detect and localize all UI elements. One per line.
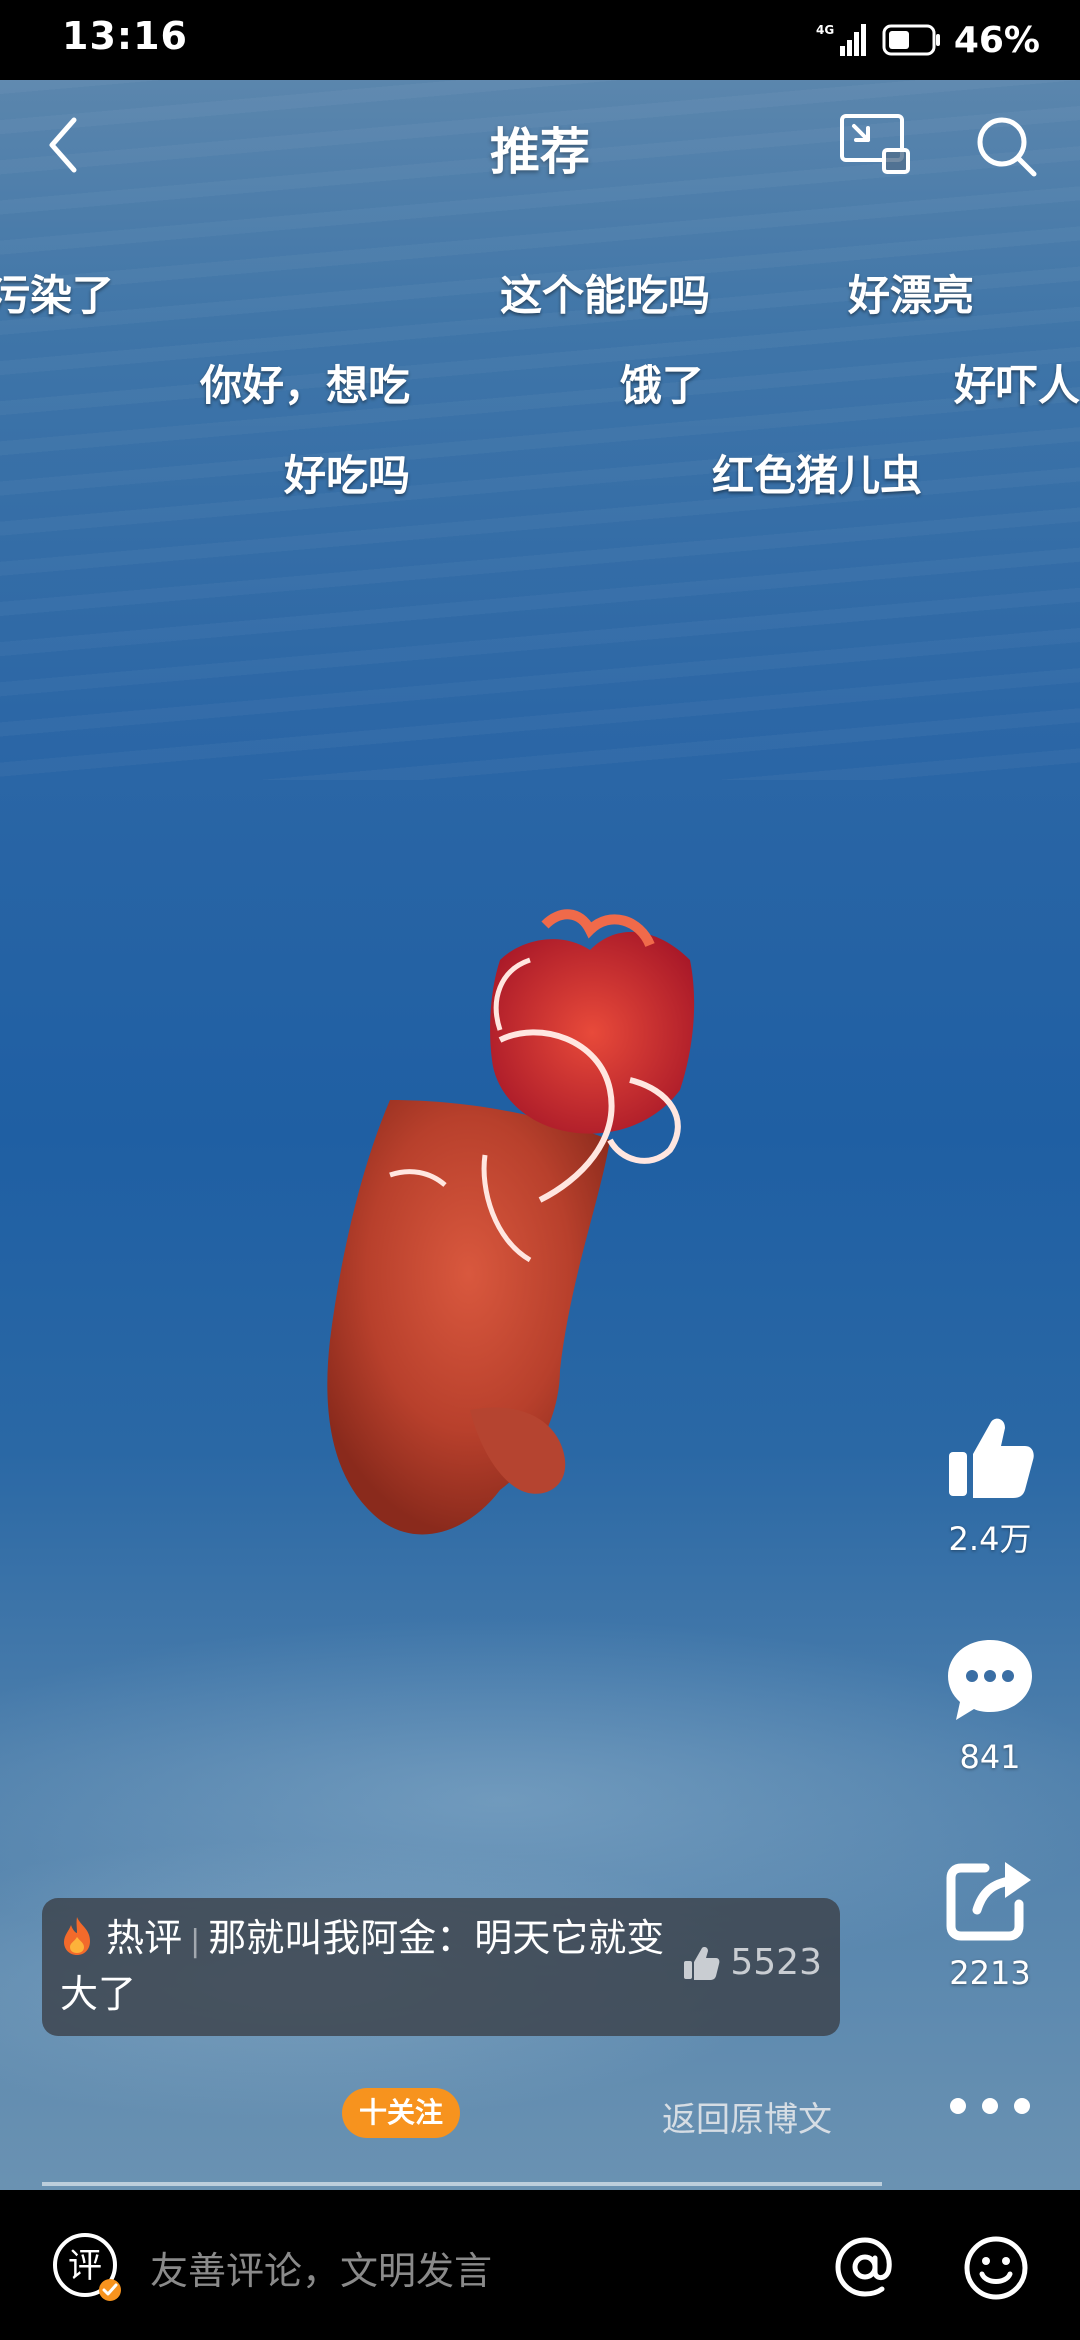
danmaku-comment: 污染了 — [0, 271, 115, 320]
share-button[interactable]: 2213 — [930, 1856, 1050, 1992]
danmaku-comment: 这个能吃吗 — [500, 271, 711, 320]
thumbs-up-icon — [949, 1418, 1034, 1498]
page-title: 推荐 — [490, 123, 590, 181]
emoji-icon[interactable] — [962, 2234, 1030, 2302]
danmaku-comment: 好吃吗 — [284, 451, 411, 500]
hot-comment-card[interactable]: 热评 | 那就叫我阿金：明天它就变大了 5523 — [42, 1898, 840, 2036]
battery-percent: 46% — [953, 19, 1040, 61]
svg-text:4G: 4G — [816, 23, 834, 37]
status-indicators: 4G 46% — [816, 18, 1040, 62]
comment-button[interactable]: 841 — [930, 1636, 1050, 1776]
status-bar: 13:16 4G 46% — [0, 0, 1080, 80]
search-icon[interactable] — [972, 112, 1040, 180]
comment-input[interactable]: 友善评论，文明发言 — [150, 2240, 492, 2295]
comment-count: 841 — [959, 1738, 1021, 1776]
signal-icon: 4G — [816, 23, 866, 56]
danmaku-comment: 你好，想吃 — [200, 361, 411, 410]
comment-username[interactable]: 那就叫我阿金 — [208, 1916, 436, 1960]
more-options-icon[interactable] — [948, 2096, 1032, 2116]
danmaku-comment: 红色猪儿虫 — [712, 451, 923, 500]
danmaku-comment: 好吓人 — [954, 361, 1080, 410]
fire-icon — [64, 1917, 90, 1955]
comment-separator: ： — [436, 1916, 475, 1960]
mention-at-icon[interactable] — [832, 2234, 898, 2300]
danmaku-comment: 饿了 — [620, 361, 705, 410]
back-to-original-post-link[interactable]: 返回原博文 — [662, 2092, 832, 2141]
comment-like-count: 5523 — [730, 1942, 822, 1983]
comment-bubble-icon — [948, 1640, 1032, 1720]
video-player[interactable] — [0, 80, 1080, 2190]
comment-write-icon[interactable]: 评 — [50, 2230, 124, 2304]
danmaku-comment: 好漂亮 — [848, 271, 975, 320]
thumbs-up-outline-icon — [684, 1946, 720, 1980]
like-count: 2.4万 — [948, 1520, 1032, 1558]
comment-like-button[interactable]: 5523 — [682, 1942, 822, 1983]
svg-text:评: 评 — [68, 2246, 102, 2286]
divider: | — [190, 1924, 201, 1959]
share-count: 2213 — [949, 1954, 1031, 1992]
hot-comment-tag: 热评 — [106, 1916, 183, 1960]
video-progress-bar[interactable] — [42, 2182, 882, 2186]
battery-icon — [882, 24, 940, 56]
follow-button[interactable]: 十关注 — [342, 2088, 460, 2138]
bottom-comment-bar: 评 友善评论，文明发言 — [0, 2190, 1080, 2340]
hot-comment-text-block: 热评 | 那就叫我阿金：明天它就变大了 — [60, 1912, 680, 2020]
share-icon — [946, 1862, 1031, 1941]
status-time: 13:16 — [62, 14, 188, 58]
sea-creature — [327, 909, 695, 1535]
picture-in-picture-icon[interactable] — [838, 112, 912, 178]
like-button[interactable]: 2.4万 — [930, 1412, 1050, 1560]
